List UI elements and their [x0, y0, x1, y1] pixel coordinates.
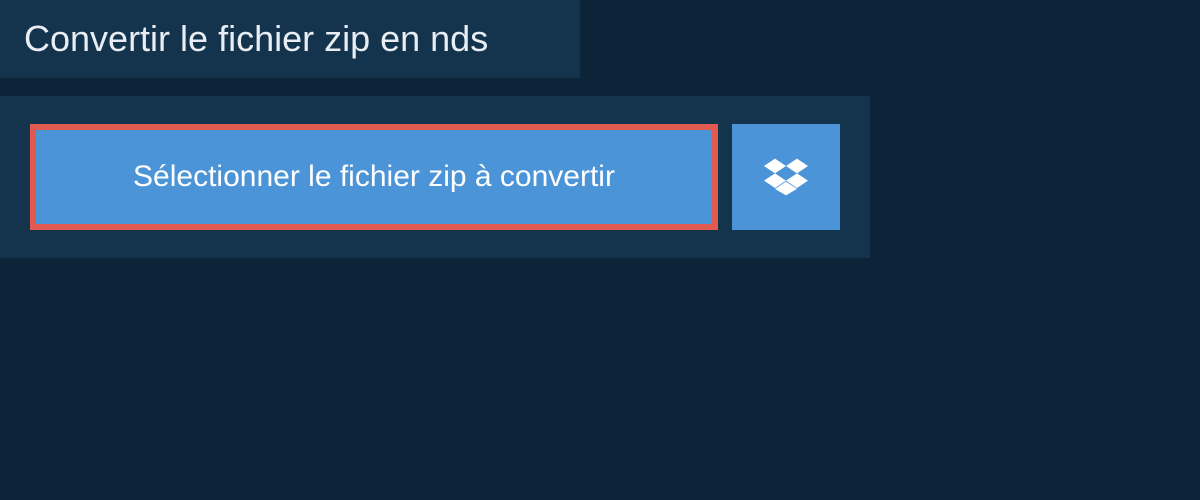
action-panel: Sélectionner le fichier zip à convertir [0, 96, 870, 258]
title-bar: Convertir le fichier zip en nds [0, 0, 580, 78]
dropbox-icon [764, 155, 808, 199]
page-title: Convertir le fichier zip en nds [24, 18, 556, 60]
select-file-label: Sélectionner le fichier zip à convertir [133, 160, 615, 194]
dropbox-button[interactable] [732, 124, 840, 230]
select-file-button[interactable]: Sélectionner le fichier zip à convertir [30, 124, 718, 230]
